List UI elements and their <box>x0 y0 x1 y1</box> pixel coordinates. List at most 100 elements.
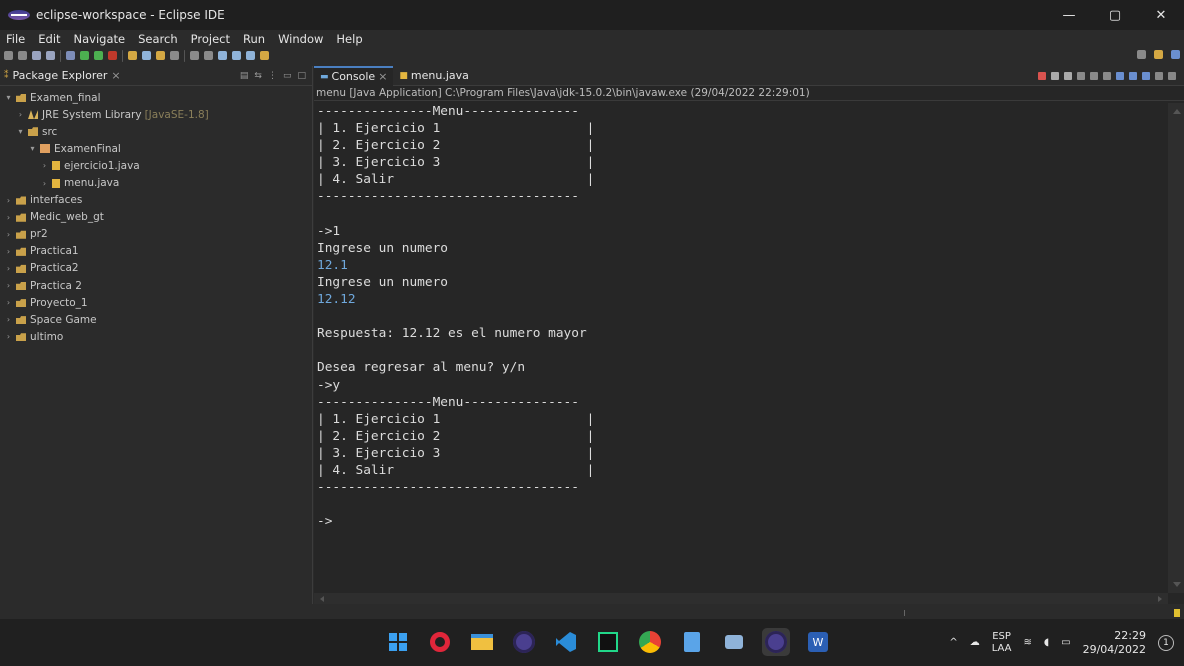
link-editor-icon[interactable]: ⇆ <box>254 71 262 81</box>
minimize-icon[interactable]: ▭ <box>283 71 292 81</box>
scroll-lock-icon[interactable] <box>1090 71 1098 80</box>
language-indicator[interactable]: ESP LAA <box>992 631 1012 655</box>
word-wrap-icon[interactable] <box>1103 71 1111 80</box>
maximize-icon[interactable] <box>1168 71 1176 80</box>
chevron-up-icon[interactable]: ^ <box>949 637 957 648</box>
chevron-right-icon[interactable]: › <box>4 196 13 205</box>
scroll-right-icon[interactable] <box>1158 596 1162 602</box>
pin-console-icon[interactable] <box>1116 71 1124 80</box>
collapse-all-icon[interactable]: ▤ <box>240 71 249 81</box>
last-edit-icon[interactable] <box>246 51 255 60</box>
eclipse-icon[interactable] <box>762 628 790 656</box>
console-output[interactable]: ---------------Menu--------------- | 1. E… <box>317 103 594 530</box>
menu-edit[interactable]: Edit <box>38 32 60 46</box>
tree-item[interactable]: › pr2 <box>0 226 312 243</box>
minimize-button[interactable]: — <box>1046 0 1092 30</box>
close-icon[interactable]: × <box>378 70 387 83</box>
close-button[interactable]: ✕ <box>1138 0 1184 30</box>
open-icon[interactable] <box>18 51 27 60</box>
chrome-icon[interactable] <box>636 628 664 656</box>
chevron-down-icon[interactable]: ▾ <box>16 127 25 136</box>
word-icon[interactable]: W <box>804 628 832 656</box>
external-tools-icon[interactable] <box>108 51 117 60</box>
tree-item[interactable]: › Practica2 <box>0 260 312 277</box>
chevron-right-icon[interactable]: › <box>4 264 13 273</box>
debug-icon[interactable] <box>66 51 75 60</box>
tree-item[interactable]: › Proyecto_1 <box>0 294 312 311</box>
notification-icon[interactable] <box>1174 609 1180 617</box>
maximize-button[interactable]: ▢ <box>1092 0 1138 30</box>
search-icon[interactable] <box>1137 50 1146 59</box>
maximize-icon[interactable]: □ <box>297 71 306 81</box>
menu-file[interactable]: File <box>6 32 25 46</box>
chevron-down-icon[interactable]: ▾ <box>28 144 37 153</box>
package-explorer-tab[interactable]: ⁑ Package Explorer × ▤ ⇆ ⋮ ▭ □ <box>0 66 312 86</box>
terminate-icon[interactable] <box>1038 71 1046 80</box>
app-icon[interactable] <box>720 628 748 656</box>
tree-item[interactable]: › menu.java <box>0 174 312 191</box>
volume-icon[interactable]: ◖ <box>1044 637 1049 648</box>
opera-icon[interactable] <box>426 628 454 656</box>
file-explorer-icon[interactable] <box>468 628 496 656</box>
tree-item[interactable]: › Practica1 <box>0 243 312 260</box>
chevron-right-icon[interactable]: › <box>4 298 13 307</box>
chevron-right-icon[interactable]: › <box>4 332 13 341</box>
run-icon[interactable] <box>80 51 89 60</box>
tree-item[interactable]: › Space Game <box>0 311 312 328</box>
menu-run[interactable]: Run <box>243 32 265 46</box>
new-project-icon[interactable] <box>128 51 137 60</box>
chevron-right-icon[interactable]: › <box>40 179 49 188</box>
onedrive-icon[interactable]: ☁ <box>970 637 980 648</box>
java-perspective-icon[interactable] <box>1154 50 1163 59</box>
new-icon[interactable] <box>4 51 13 60</box>
pycharm-icon[interactable] <box>594 628 622 656</box>
scroll-down-icon[interactable] <box>1173 582 1181 587</box>
forward-icon[interactable] <box>232 51 241 60</box>
horizontal-scrollbar[interactable] <box>314 593 1168 604</box>
menu-search[interactable]: Search <box>138 32 178 46</box>
remove-launch-icon[interactable] <box>1051 71 1059 80</box>
tree-item[interactable]: ▾ Examen_final <box>0 89 312 106</box>
menu-navigate[interactable]: Navigate <box>74 32 126 46</box>
chevron-right-icon[interactable]: › <box>4 213 13 222</box>
chevron-right-icon[interactable]: › <box>40 161 49 170</box>
tree-item[interactable]: › interfaces <box>0 192 312 209</box>
annotation-icon[interactable] <box>190 51 199 60</box>
search-icon[interactable] <box>170 51 179 60</box>
scroll-left-icon[interactable] <box>320 596 324 602</box>
back-icon[interactable] <box>218 51 227 60</box>
save-icon[interactable] <box>32 51 41 60</box>
debug-perspective-icon[interactable] <box>1171 50 1180 59</box>
display-console-icon[interactable] <box>1129 71 1137 80</box>
eclipse-icon[interactable] <box>510 628 538 656</box>
open-type-icon[interactable] <box>156 51 165 60</box>
windows-start-icon[interactable] <box>384 628 412 656</box>
wifi-icon[interactable]: ≋ <box>1023 637 1031 648</box>
minimize-icon[interactable] <box>1155 71 1163 80</box>
tab-menu-java[interactable]: ■ menu.java <box>393 66 475 86</box>
chevron-right-icon[interactable]: › <box>4 230 13 239</box>
coverage-icon[interactable] <box>94 51 103 60</box>
notepad-icon[interactable] <box>678 628 706 656</box>
menu-project[interactable]: Project <box>191 32 230 46</box>
tree-item[interactable]: › ultimo <box>0 328 312 345</box>
scroll-up-icon[interactable] <box>1173 109 1181 114</box>
chevron-right-icon[interactable]: › <box>4 247 13 256</box>
tree-item[interactable]: › Practica 2 <box>0 277 312 294</box>
chevron-right-icon[interactable]: › <box>16 110 25 119</box>
new-class-icon[interactable] <box>142 51 151 60</box>
notification-center-icon[interactable]: 1 <box>1158 634 1174 651</box>
open-console-icon[interactable] <box>1142 71 1150 80</box>
chevron-right-icon[interactable]: › <box>4 315 13 324</box>
next-annotation-icon[interactable] <box>204 51 213 60</box>
tree-item[interactable]: ▾ src <box>0 123 312 140</box>
clear-console-icon[interactable] <box>1077 71 1085 80</box>
tree-item[interactable]: › JRE System Library [JavaSE-1.8] <box>0 106 312 123</box>
menu-help[interactable]: Help <box>336 32 362 46</box>
chevron-right-icon[interactable]: › <box>4 281 13 290</box>
tab-console[interactable]: ▬ Console × <box>314 65 394 86</box>
tree-item[interactable]: ▾ ExamenFinal <box>0 140 312 157</box>
remove-all-icon[interactable] <box>1064 71 1072 80</box>
save-all-icon[interactable] <box>46 51 55 60</box>
menu-window[interactable]: Window <box>278 32 323 46</box>
